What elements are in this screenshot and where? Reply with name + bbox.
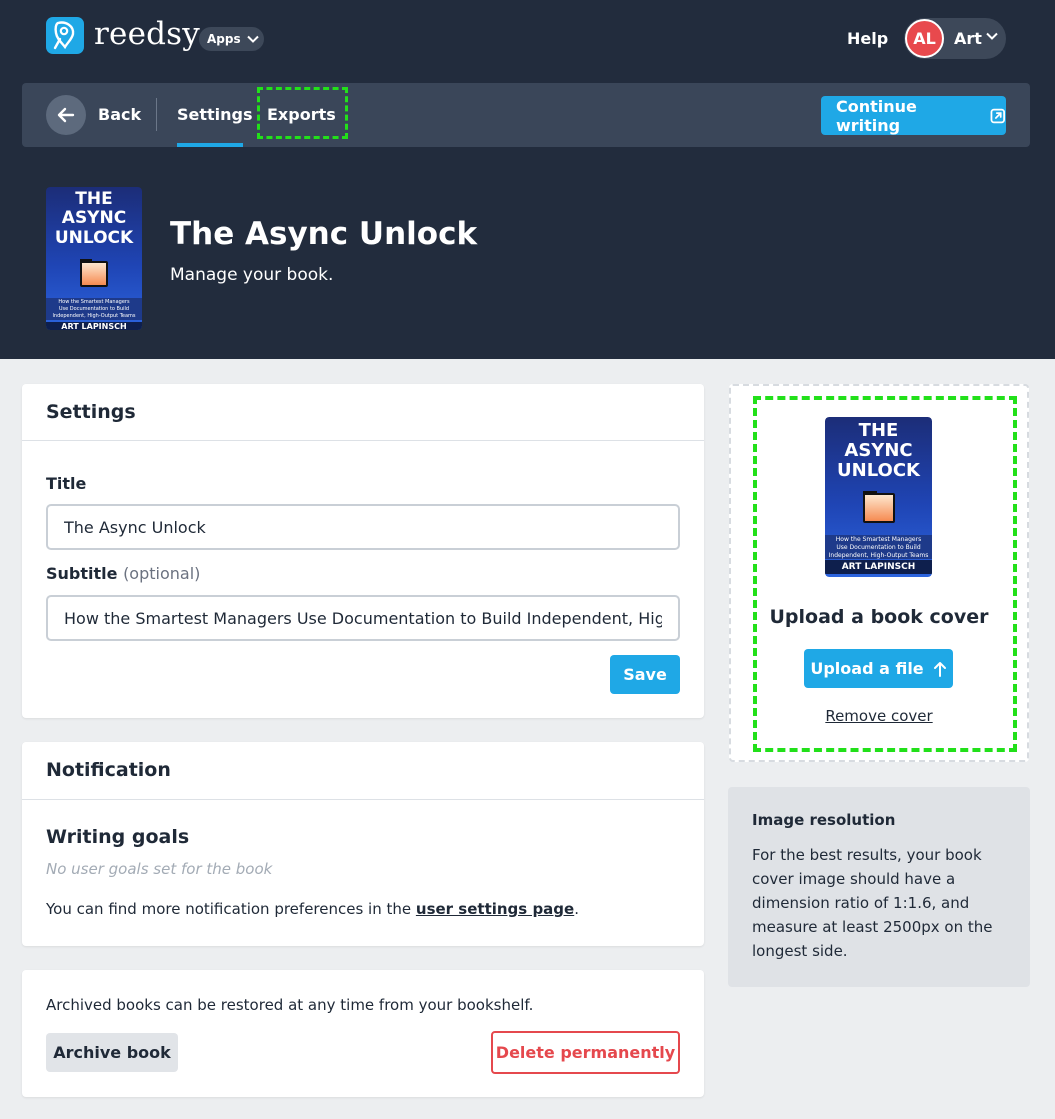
- apps-menu-button[interactable]: Apps: [199, 27, 264, 51]
- subtitle-optional-hint: (optional): [123, 564, 201, 583]
- notification-heading: Notification: [46, 759, 171, 781]
- book-manage-text: Manage your book.: [170, 265, 334, 285]
- back-label[interactable]: Back: [98, 105, 141, 124]
- upload-file-button[interactable]: Upload a file: [804, 649, 953, 688]
- chevron-down-icon: [986, 32, 998, 40]
- notification-card: Notification Writing goals No user goals…: [22, 742, 704, 946]
- preferences-text: You can find more notification preferenc…: [46, 900, 416, 918]
- exports-highlight-box: [257, 87, 348, 139]
- reedsy-logo-icon[interactable]: [46, 17, 84, 54]
- user-name: Art: [954, 29, 982, 48]
- cover-tagline-line: Use Documentation to Build: [836, 544, 921, 551]
- folder-tab: [80, 259, 92, 263]
- book-cover-preview: THE ASYNC UNLOCK How the Smartest Manage…: [825, 417, 932, 577]
- cover-tagline-line: Independent, High-Output Teams: [828, 552, 929, 559]
- brand-name[interactable]: reedsy: [94, 16, 200, 52]
- arrow-left-icon: [57, 107, 75, 123]
- arrow-up-icon: [933, 661, 946, 677]
- upload-cover-title: Upload a book cover: [769, 606, 989, 628]
- archive-info-text: Archived books can be restored at any ti…: [46, 996, 534, 1014]
- book-title: The Async Unlock: [170, 216, 478, 252]
- cover-title-line: THE: [858, 420, 899, 441]
- apps-label: Apps: [207, 32, 241, 46]
- title-label: Title: [46, 474, 87, 493]
- cover-tagline-line: How the Smartest Managers: [58, 299, 130, 305]
- chevron-down-icon: [246, 35, 259, 43]
- save-button[interactable]: Save: [610, 655, 680, 694]
- cover-author: ART LAPINSCH: [825, 560, 932, 574]
- subtitle-label: Subtitle (optional): [46, 564, 200, 583]
- cover-title-line: THE: [75, 189, 113, 209]
- continue-writing-label: Continue writing: [836, 96, 917, 135]
- folder-icon: [80, 261, 108, 287]
- subtitle-label-text: Subtitle: [46, 564, 118, 583]
- folder-tab: [863, 491, 877, 495]
- cover-title-line: ASYNC: [844, 440, 913, 461]
- settings-card: Settings Title Subtitle (optional) Save: [22, 384, 704, 718]
- archive-card: Archived books can be restored at any ti…: [22, 970, 704, 1097]
- back-button[interactable]: [46, 95, 86, 135]
- continue-writing-button[interactable]: Continue writing: [821, 96, 1006, 135]
- image-resolution-info: Image resolution For the best results, y…: [728, 787, 1030, 987]
- cover-tagline: How the Smartest Managers Use Documentat…: [825, 535, 932, 559]
- image-resolution-body: For the best results, your book cover im…: [752, 846, 993, 960]
- cover-title-line: ASYNC: [61, 208, 127, 228]
- delete-permanently-button[interactable]: Delete permanently: [491, 1031, 680, 1074]
- notification-preferences-text: You can find more notification preferenc…: [46, 900, 579, 918]
- settings-heading: Settings: [46, 401, 136, 423]
- cover-tagline-line: Independent, High-Output Teams: [52, 313, 136, 319]
- upload-file-label: Upload a file: [810, 659, 924, 678]
- cover-tagline-line: How the Smartest Managers: [835, 536, 922, 543]
- page-header: reedsy Apps Help AL Art Back Settings Ex…: [0, 0, 1055, 359]
- book-cover-thumbnail: THE ASYNC UNLOCK How the Smartest Manage…: [46, 187, 142, 330]
- cover-tagline: How the Smartest Managers Use Documentat…: [46, 298, 142, 320]
- title-input[interactable]: [46, 504, 680, 550]
- image-resolution-title: Image resolution: [752, 811, 896, 829]
- external-link-icon: [991, 108, 1006, 123]
- tab-settings[interactable]: Settings: [177, 105, 253, 124]
- cover-title-line: UNLOCK: [54, 228, 134, 248]
- folder-icon: [863, 493, 895, 523]
- writing-goals-empty: No user goals set for the book: [46, 860, 273, 878]
- subtitle-input[interactable]: [46, 595, 680, 641]
- cover-author: ART LAPINSCH: [46, 322, 142, 330]
- writing-goals-title: Writing goals: [46, 826, 190, 848]
- user-settings-link[interactable]: user settings page: [416, 900, 574, 918]
- user-menu-button[interactable]: AL Art: [904, 18, 1006, 59]
- cover-tagline-line: Use Documentation to Build: [58, 306, 130, 312]
- archive-book-button[interactable]: Archive book: [46, 1033, 178, 1072]
- nav-divider: [156, 98, 157, 131]
- preferences-text-end: .: [574, 900, 579, 918]
- remove-cover-link[interactable]: Remove cover: [729, 707, 1029, 725]
- help-link[interactable]: Help: [847, 29, 888, 48]
- avatar: AL: [905, 19, 944, 58]
- book-navbar: Back Settings Exports Continue writing: [22, 83, 1030, 147]
- cover-title-line: UNLOCK: [837, 460, 920, 481]
- active-tab-indicator: [177, 143, 243, 147]
